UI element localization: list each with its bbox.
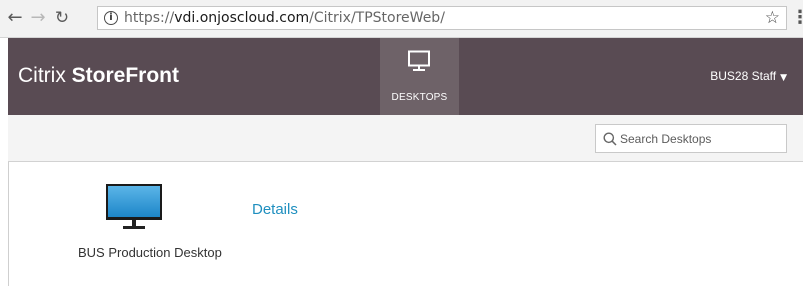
forward-arrow-icon[interactable]: →	[28, 7, 48, 29]
browser-menu-icon[interactable]: ⋮	[791, 7, 803, 29]
brand-citrix: Citrix	[18, 64, 72, 87]
browser-toolbar: ← → ↻ i https://vdi.onjoscloud.com/Citri…	[0, 0, 803, 38]
url-text[interactable]: https://vdi.onjoscloud.com/Citrix/TPStor…	[124, 10, 445, 26]
user-name: BUS28 Staff	[710, 69, 777, 83]
details-link[interactable]: Details	[252, 201, 298, 218]
search-input[interactable]	[620, 128, 780, 149]
tab-desktops-label: DESKTOPS	[391, 92, 448, 103]
search-box[interactable]	[595, 124, 787, 153]
content-left-border	[8, 162, 9, 286]
desktop-monitor-icon[interactable]	[105, 183, 163, 236]
url-host: vdi.onjoscloud.com	[174, 10, 310, 26]
bookmark-star-icon[interactable]: ☆	[765, 8, 780, 28]
brand-storefront: StoreFront	[71, 64, 179, 87]
reload-icon[interactable]: ↻	[52, 7, 72, 29]
search-toolbar	[8, 115, 803, 162]
desktop-name[interactable]: BUS Production Desktop	[78, 245, 222, 260]
user-menu[interactable]: BUS28 Staff ▼	[710, 69, 787, 83]
back-arrow-icon[interactable]: ←	[5, 7, 25, 29]
url-scheme: https://	[124, 10, 175, 26]
caret-down-icon: ▼	[780, 73, 787, 83]
monitor-icon	[407, 50, 431, 77]
tab-desktops[interactable]: DESKTOPS	[380, 38, 459, 115]
address-bar[interactable]: i https://vdi.onjoscloud.com/Citrix/TPSt…	[97, 6, 787, 30]
url-path: /Citrix/TPStoreWeb/	[309, 10, 445, 26]
info-icon[interactable]: i	[104, 11, 118, 25]
search-icon	[603, 132, 617, 151]
storefront-header: Citrix StoreFront DESKTOPS BUS28 Staff ▼	[8, 38, 803, 115]
brand-logo: Citrix StoreFront	[18, 64, 179, 88]
